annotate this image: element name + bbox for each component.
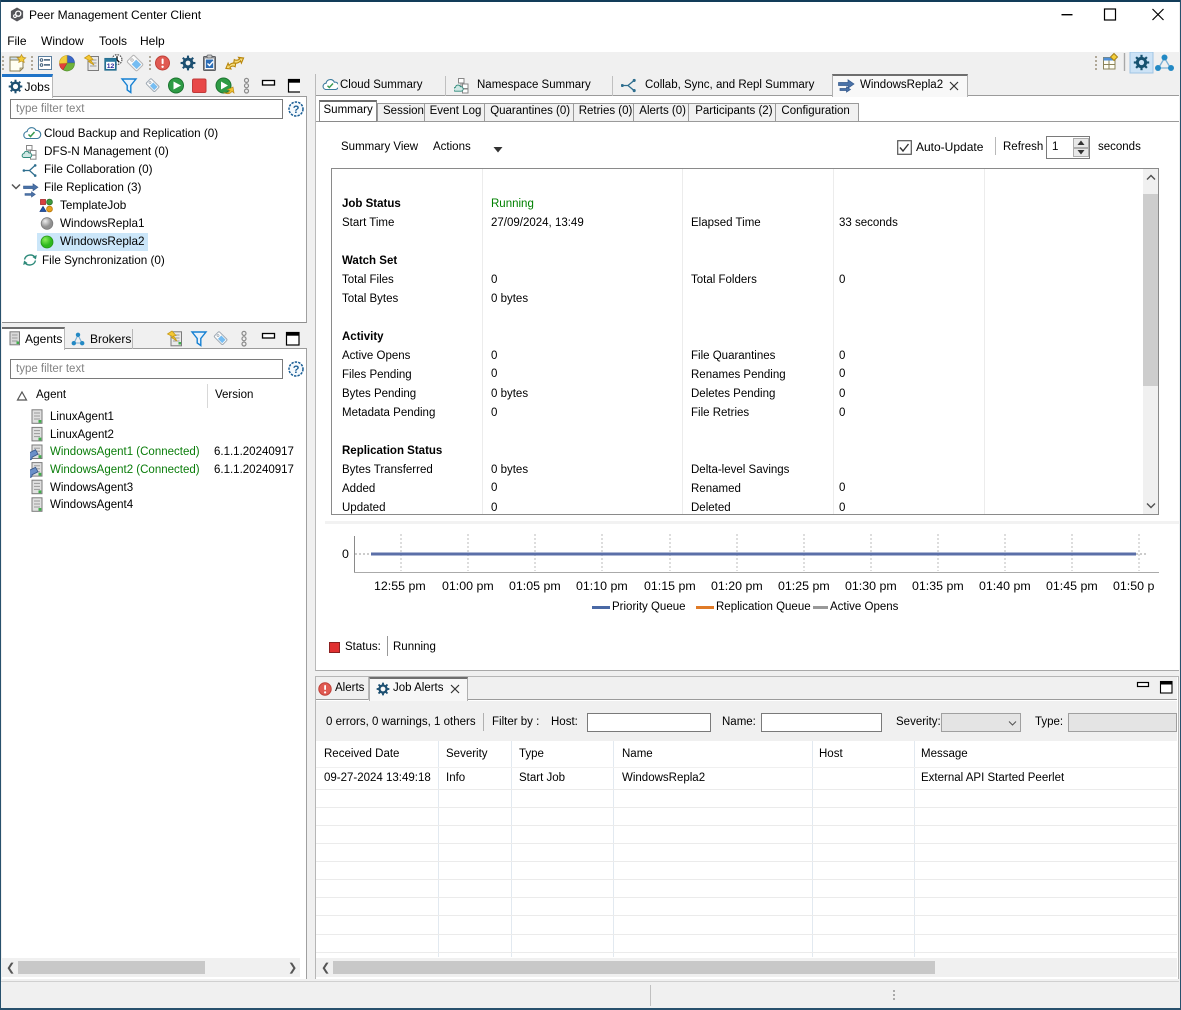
svg-text:?: ? xyxy=(293,104,300,116)
svg-text:12: 12 xyxy=(107,63,115,70)
svg-text:?: ? xyxy=(293,364,300,376)
